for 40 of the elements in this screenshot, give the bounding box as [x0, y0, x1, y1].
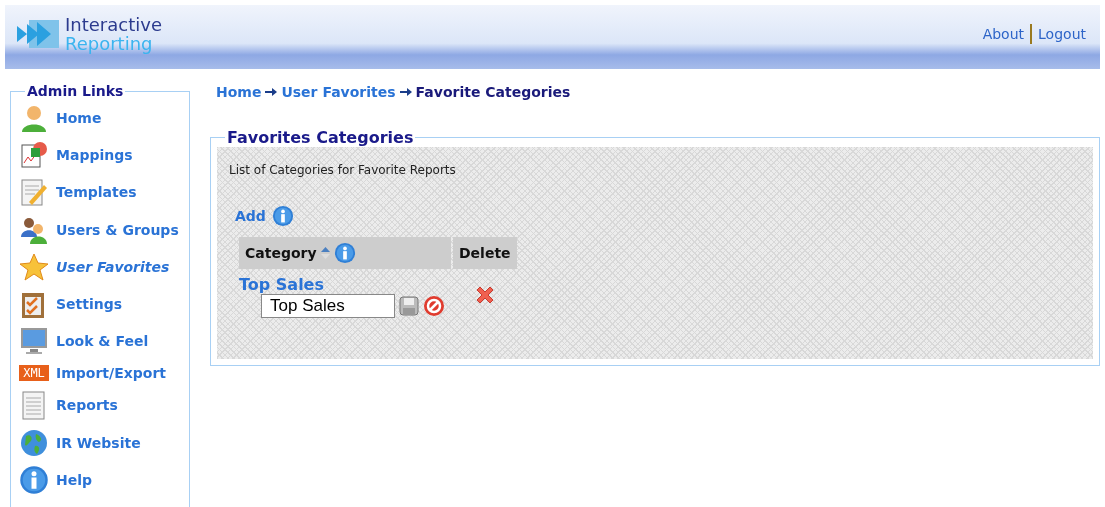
sidebar-link[interactable]: Import/Export [56, 365, 166, 382]
sidebar-link[interactable]: Home [56, 109, 102, 126]
star-icon [19, 251, 49, 282]
breadcrumb-link[interactable]: Favorite Categories [415, 84, 571, 100]
category-link[interactable]: Top Sales [239, 275, 451, 294]
header-link[interactable]: Logout [1032, 26, 1092, 42]
arrow-icon [399, 88, 412, 96]
arrow-icon [265, 88, 278, 96]
globe-icon [19, 427, 49, 458]
info-icon [333, 242, 356, 264]
sidebar-link[interactable]: Help [56, 472, 93, 488]
panel-title: Favorites Categories [226, 128, 415, 147]
sidebar-link[interactable]: Look & Feel [56, 333, 149, 350]
logo-text: Interactive [65, 15, 162, 34]
header-link[interactable]: About [976, 26, 1031, 42]
category-input[interactable]: Top Sales [261, 294, 395, 318]
monitor-icon [19, 326, 49, 357]
save-icon [399, 296, 419, 316]
info-icon [271, 205, 294, 227]
info-icon [19, 465, 49, 495]
sort-icon [320, 247, 330, 259]
breadcrumb-link[interactable]: Home [216, 84, 262, 100]
logo-text: Reporting [65, 34, 154, 53]
description-text: List of Categories for Favorite Reports [229, 163, 457, 177]
cancel-icon [423, 295, 445, 317]
xml-icon: XML [19, 365, 49, 382]
breadcrumb-link[interactable]: User Favorites [281, 84, 396, 100]
sidebar-link[interactable]: Settings [56, 296, 123, 313]
sidebar-link[interactable]: Reports [56, 397, 118, 414]
column-header: Delete [453, 237, 517, 269]
sidebar-link[interactable]: Templates [56, 184, 137, 201]
sidebar-link[interactable]: Mappings [56, 146, 133, 163]
sidebar-link[interactable]: User Favorites [56, 258, 170, 275]
column-header[interactable]: Category [239, 237, 451, 269]
sidebar-title: Admin Links [26, 83, 125, 99]
document-pencil-icon [19, 177, 49, 208]
sidebar-link[interactable]: IR Website [56, 434, 141, 451]
chart-icon [19, 139, 49, 170]
sidebar-link[interactable]: Users & Groups [56, 221, 179, 238]
add-link[interactable]: Add [235, 208, 266, 224]
